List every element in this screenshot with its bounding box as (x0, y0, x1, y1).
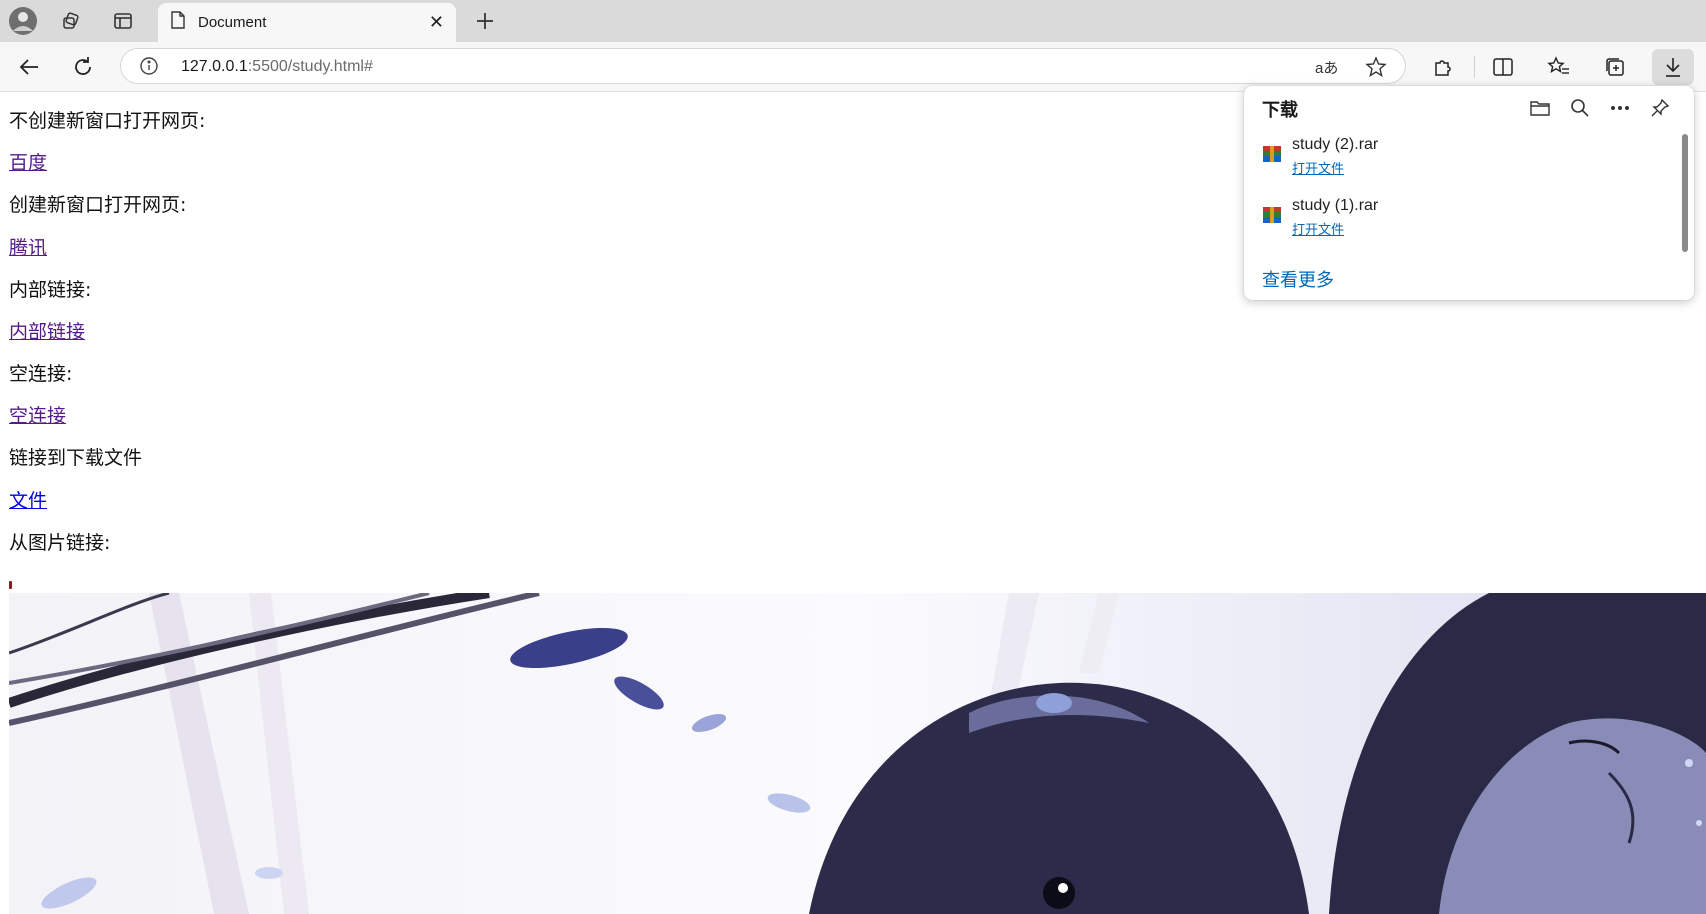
new-tab-icon[interactable] (468, 6, 502, 36)
rar-file-icon (1262, 144, 1282, 164)
link-file[interactable]: 文件 (9, 486, 47, 513)
tab-actions-icon[interactable] (106, 6, 140, 36)
open-file-link[interactable]: 打开文件 (1292, 219, 1344, 238)
url-host: 127.0.0.1 (181, 58, 248, 75)
downloads-title: 下载 (1262, 100, 1298, 120)
collections-icon[interactable] (1598, 51, 1632, 83)
pin-icon[interactable] (1646, 94, 1674, 122)
rar-file-icon (1262, 205, 1282, 225)
link-internal[interactable]: 内部链接 (9, 317, 85, 344)
label-image-link: 从图片链接: (9, 532, 111, 554)
download-icon[interactable] (1652, 49, 1694, 85)
label-new-window: 创建新窗口打开网页: (9, 194, 187, 216)
close-icon[interactable]: ✕ (429, 13, 444, 31)
label-no-new-window: 不创建新窗口打开网页: (9, 110, 206, 132)
split-screen-icon[interactable] (1486, 51, 1520, 83)
favorites-icon[interactable] (1542, 51, 1576, 83)
profile-avatar-icon[interactable] (6, 6, 40, 36)
link-baidu[interactable]: 百度 (9, 148, 47, 175)
folder-icon[interactable] (1526, 94, 1554, 122)
url-text[interactable]: 127.0.0.1:5500/study.html# (181, 58, 373, 76)
download-item[interactable]: study (2).rar 打开文件 (1244, 126, 1684, 182)
label-empty-link: 空连接: (9, 363, 73, 385)
refresh-icon[interactable] (66, 51, 100, 83)
open-file-link[interactable]: 打开文件 (1292, 158, 1344, 177)
tab-document[interactable]: Document ✕ (158, 3, 456, 42)
more-options-icon[interactable] (1606, 94, 1634, 122)
image-link[interactable] (9, 593, 1706, 914)
read-aloud-icon[interactable]: aあ (1315, 57, 1338, 78)
search-icon[interactable] (1566, 94, 1594, 122)
link-underline-mark (9, 581, 12, 589)
label-download-file: 链接到下载文件 (9, 447, 143, 469)
label-internal-link: 内部链接: (9, 279, 92, 301)
url-path: :5500/study.html# (247, 58, 373, 75)
favorite-star-icon[interactable] (1365, 56, 1387, 83)
workspaces-icon[interactable] (54, 6, 88, 36)
tab-title: Document (198, 14, 267, 31)
tab-strip: Document ✕ (0, 0, 1706, 42)
anime-illustration-image (9, 593, 1706, 914)
info-icon[interactable] (139, 56, 159, 81)
page-icon (170, 11, 186, 34)
download-file-name: study (2).rar (1292, 136, 1379, 153)
extensions-icon[interactable] (1426, 51, 1460, 83)
downloads-panel: 下载 study (2).rar 打开文件 study (1).rar 打开文件… (1244, 86, 1694, 300)
download-item[interactable]: study (1).rar 打开文件 (1244, 187, 1684, 243)
back-icon[interactable] (12, 51, 46, 83)
address-bar[interactable]: 127.0.0.1:5500/study.html# aあ (120, 48, 1406, 84)
link-empty[interactable]: 空连接 (9, 401, 66, 428)
see-more-link[interactable]: 查看更多 (1262, 266, 1334, 292)
toolbar-separator (1474, 56, 1475, 78)
downloads-scrollbar[interactable] (1682, 134, 1688, 252)
address-toolbar: 127.0.0.1:5500/study.html# aあ (0, 42, 1706, 92)
link-tencent[interactable]: 腾讯 (9, 233, 47, 260)
download-file-name: study (1).rar (1292, 197, 1379, 214)
